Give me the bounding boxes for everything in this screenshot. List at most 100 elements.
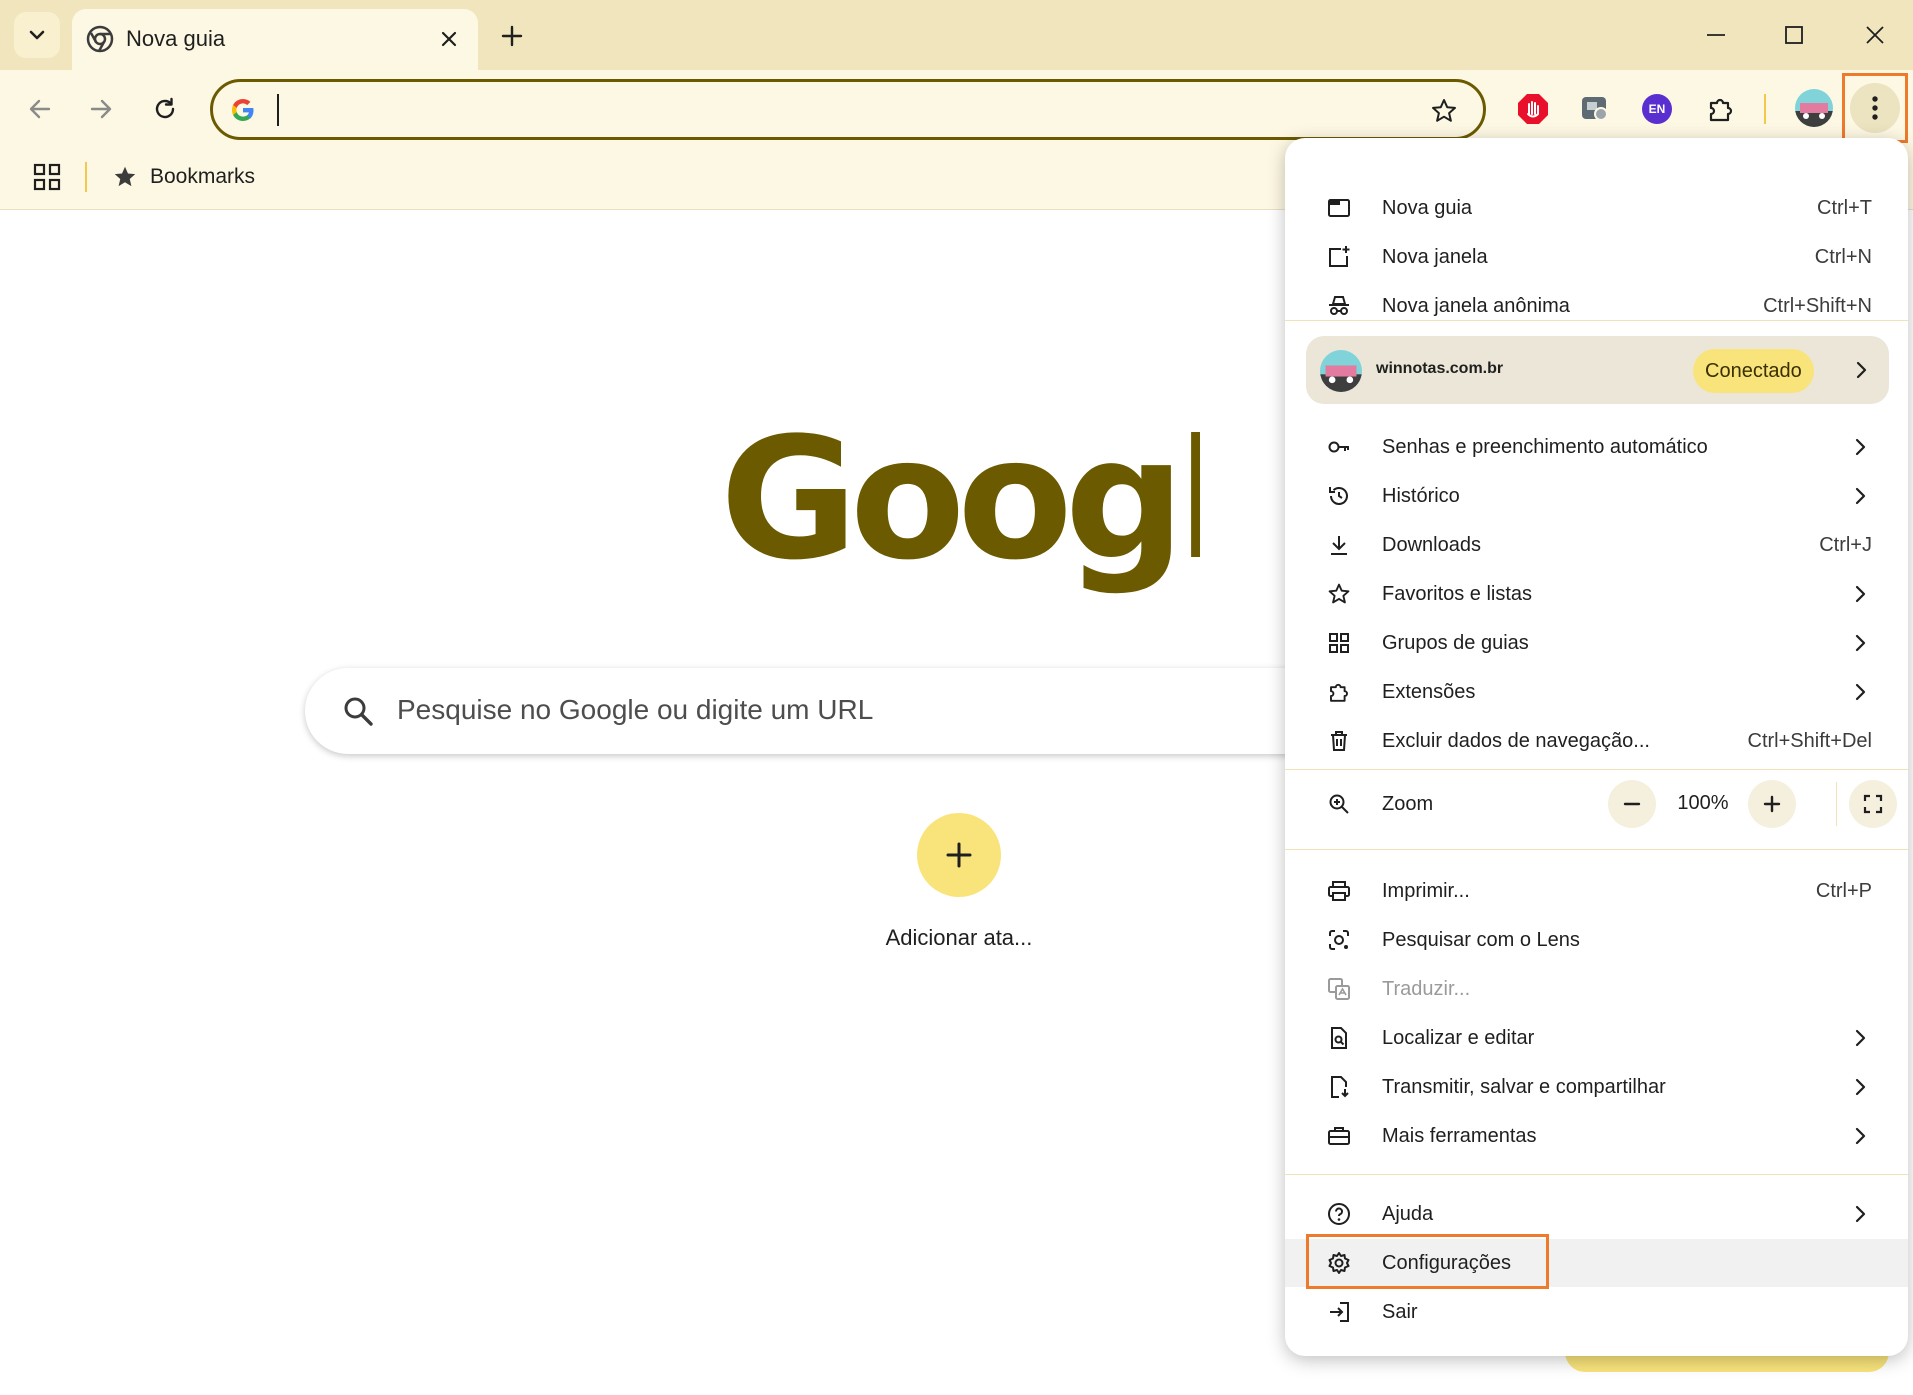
chevron-right-icon: [1855, 1205, 1866, 1223]
tab-close-button[interactable]: [434, 24, 464, 54]
maximize-button[interactable]: [1764, 10, 1824, 60]
zoom-value: 100%: [1677, 792, 1729, 814]
bookmarks-label: Bookmarks: [150, 165, 256, 188]
menu-item-label: Pesquisar com o Lens: [1382, 929, 1580, 951]
profile-row[interactable]: winnotas.com.br Conectado: [1306, 336, 1889, 404]
close-window-button[interactable]: [1845, 10, 1905, 60]
chevron-right-icon: [1855, 1078, 1866, 1096]
incognito-icon: [1329, 296, 1349, 315]
en-badge-icon: EN: [1642, 94, 1672, 124]
puzzle-piece-icon: [1330, 683, 1348, 702]
menu-item-exit[interactable]: Sair: [1285, 1288, 1908, 1336]
menu-item-label: Localizar e editar: [1382, 1027, 1535, 1049]
minimize-icon: [1707, 34, 1725, 36]
translate-icon: [1328, 978, 1350, 1000]
menu-item-label: Favoritos e listas: [1382, 583, 1533, 605]
menu-item-label: Excluir dados de navegação...: [1382, 730, 1650, 752]
menu-item-shortcut: Ctrl+P: [1815, 880, 1872, 902]
download-icon: [1331, 536, 1347, 555]
new-tab-icon: [1328, 199, 1350, 217]
menu-item-label: Traduzir...: [1382, 978, 1471, 1000]
bookmark-star-button[interactable]: [1427, 94, 1461, 128]
menu-button-background: [1850, 83, 1900, 133]
address-bar[interactable]: [210, 79, 1486, 140]
new-window-icon: [1329, 246, 1350, 267]
active-tab[interactable]: Nova guia: [72, 9, 478, 70]
menu-item-label: Transmitir, salvar e compartilhar: [1382, 1076, 1666, 1098]
menu-item-label: Senhas e preenchimento automático: [1382, 436, 1708, 458]
menu-item-label: Ajuda: [1382, 1203, 1434, 1225]
zoom-in-button[interactable]: [1748, 780, 1796, 828]
toolbar: EN: [0, 70, 1913, 148]
find-page-icon: [1331, 1027, 1347, 1049]
extensions-menu-button[interactable]: [1701, 89, 1741, 129]
menu-item-shortcut: Ctrl+T: [1817, 197, 1872, 219]
chevron-right-icon: [1856, 361, 1867, 379]
menu-item-extensions[interactable]: Extensões: [1285, 668, 1908, 716]
tab-search-button[interactable]: [14, 12, 60, 58]
menu-item-cast-save-share[interactable]: Transmitir, salvar e compartilhar: [1285, 1063, 1908, 1111]
menu-item-shortcut: Ctrl+J: [1819, 534, 1872, 556]
apps-grid-icon[interactable]: [32, 162, 62, 192]
menu-item-label: Imprimir...: [1382, 880, 1470, 902]
sync-status-badge: Conectado: [1693, 349, 1814, 393]
menu-item-lens[interactable]: Pesquisar com o Lens: [1285, 916, 1908, 964]
menu-item-print[interactable]: Imprimir... Ctrl+P: [1285, 867, 1908, 915]
menu-item-incognito[interactable]: Nova janela anônima Ctrl+Shift+N: [1285, 282, 1908, 330]
three-dots-vertical-icon: [1872, 96, 1878, 120]
google-g-icon: [232, 99, 254, 121]
avatar-image: [1795, 89, 1833, 127]
menu-divider: [1285, 320, 1908, 321]
chrome-menu-button[interactable]: [1842, 73, 1908, 143]
menu-item-label: Histórico: [1382, 485, 1460, 507]
menu-item-clear-data[interactable]: Excluir dados de navegação... Ctrl+Shift…: [1285, 717, 1908, 765]
forward-button[interactable]: [78, 86, 124, 132]
chevron-right-icon: [1855, 438, 1866, 456]
language-extension[interactable]: EN: [1637, 89, 1677, 129]
stop-hand-icon: [1518, 94, 1548, 124]
zoom-out-button[interactable]: [1608, 780, 1656, 828]
star-outline-icon: [1432, 99, 1456, 122]
menu-item-shortcut: Ctrl+Shift+N: [1763, 295, 1872, 317]
new-tab-button[interactable]: [490, 14, 534, 58]
menu-item-label: Nova janela: [1382, 246, 1488, 268]
settings-highlight-box: [1306, 1234, 1549, 1289]
menu-item-more-tools[interactable]: Mais ferramentas: [1285, 1112, 1908, 1160]
menu-item-find-edit[interactable]: Localizar e editar: [1285, 1014, 1908, 1062]
menu-item-passwords[interactable]: Senhas e preenchimento automático: [1285, 423, 1908, 471]
menu-item-new-tab[interactable]: Nova guia Ctrl+T: [1285, 184, 1908, 232]
maximize-icon: [1785, 26, 1803, 44]
lens-icon: [1329, 930, 1349, 950]
menu-item-history[interactable]: Histórico: [1285, 472, 1908, 520]
puzzle-extension[interactable]: [1575, 89, 1615, 129]
menu-item-label: Grupos de guias: [1382, 632, 1529, 654]
chevron-right-icon: [1855, 683, 1866, 701]
history-icon: [1329, 487, 1348, 505]
google-logo: Google: [720, 432, 1200, 597]
menu-item-downloads[interactable]: Downloads Ctrl+J: [1285, 521, 1908, 569]
back-button[interactable]: [17, 86, 63, 132]
add-shortcut-button[interactable]: [917, 813, 1001, 897]
fullscreen-button[interactable]: [1849, 780, 1897, 828]
chevron-right-icon: [1855, 585, 1866, 603]
menu-item-help[interactable]: Ajuda: [1285, 1190, 1908, 1238]
chevron-down-icon: [29, 30, 45, 40]
bookmarks-divider: [85, 162, 87, 192]
toolbar-divider: [1764, 94, 1766, 124]
menu-item-bookmarks[interactable]: Favoritos e listas: [1285, 570, 1908, 618]
plus-icon: [501, 25, 523, 47]
stop-extension[interactable]: [1513, 89, 1553, 129]
menu-divider: [1285, 1174, 1908, 1175]
close-icon: [1866, 26, 1884, 44]
profile-avatar-button[interactable]: [1795, 89, 1833, 127]
bookmarks-folder[interactable]: Bookmarks: [112, 161, 255, 193]
menu-item-new-window[interactable]: Nova janela Ctrl+N: [1285, 233, 1908, 281]
minimize-button[interactable]: [1686, 10, 1746, 60]
chevron-right-icon: [1855, 1127, 1866, 1145]
menu-item-shortcut: Ctrl+Shift+Del: [1747, 730, 1873, 752]
extension-app-icon: [1582, 97, 1608, 121]
chevron-right-icon: [1855, 634, 1866, 652]
google-logo-text: Google: [720, 432, 1200, 597]
menu-item-tab-groups[interactable]: Grupos de guias: [1285, 619, 1908, 667]
reload-button[interactable]: [142, 86, 188, 132]
